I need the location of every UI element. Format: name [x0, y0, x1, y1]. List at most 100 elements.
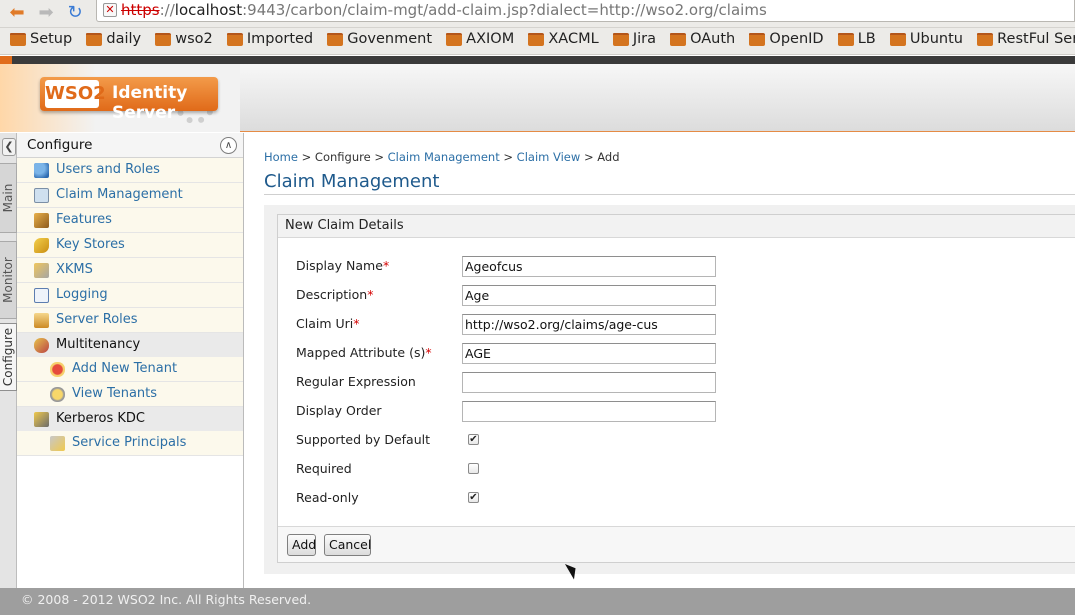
breadcrumb-claim-management[interactable]: Claim Management [388, 150, 500, 164]
sidebar-item-label: Service Principals [72, 435, 187, 450]
server-roles-icon [34, 313, 49, 328]
sidebar-item-server-roles[interactable]: Server Roles [17, 308, 243, 333]
bookmark-folder[interactable]: XACML [528, 28, 599, 54]
bookmark-folder[interactable]: Ubuntu [889, 28, 963, 54]
back-arrow-icon[interactable]: ⬅ [6, 3, 28, 23]
supported-by-default-label: Supported by Default [296, 432, 430, 447]
description-label: Description* [296, 287, 373, 302]
bookmark-folder[interactable]: Jira [612, 28, 656, 54]
sidebar-group-label: Kerberos KDC [56, 411, 146, 426]
bookmark-folder[interactable]: wso2 [155, 28, 213, 54]
folder-icon [612, 33, 629, 46]
reload-icon[interactable]: ↻ [64, 3, 86, 23]
collapse-menu-icon[interactable]: ∧ [220, 137, 237, 154]
sidebar-item-service-principals[interactable]: Service Principals [17, 431, 243, 456]
users-icon [34, 163, 49, 178]
display-order-input[interactable] [462, 401, 716, 422]
breadcrumb-home[interactable]: Home [264, 150, 298, 164]
required-label: Required [296, 461, 352, 476]
folder-icon [10, 33, 26, 46]
sidebar-item-view-tenants[interactable]: View Tenants [17, 382, 243, 407]
address-bar[interactable]: ✕ https://localhost:9443/carbon/claim-mg… [96, 0, 1075, 22]
sidebar-item-logging[interactable]: Logging [17, 283, 243, 308]
tab-monitor[interactable]: Monitor [0, 241, 17, 319]
bookmark-folder[interactable]: Imported [226, 28, 314, 54]
bookmark-folder[interactable]: daily [86, 28, 141, 54]
folder-icon [446, 33, 463, 46]
menu-header: Configure ∧ [17, 133, 243, 158]
sidebar-item-users-and-roles[interactable]: Users and Roles [17, 158, 243, 183]
bookmark-folder[interactable]: LB [837, 28, 876, 54]
folder-icon [837, 33, 854, 46]
bookmark-label: RestFul Services [997, 31, 1075, 47]
form-legend-label: New Claim Details [285, 218, 404, 233]
view-tenants-icon [50, 387, 65, 402]
sidebar-group-multitenancy[interactable]: Multitenancy [17, 333, 243, 358]
form-legend: New Claim Details [278, 215, 1075, 238]
required-marker: * [353, 316, 360, 331]
xkms-icon [34, 263, 49, 278]
bookmark-folder[interactable]: OpenID [749, 28, 824, 54]
bookmark-folder[interactable]: Govenment [327, 28, 432, 54]
folder-icon [327, 33, 344, 46]
forward-arrow-icon[interactable]: ➡ [35, 3, 57, 23]
breadcrumb-separator: > [583, 150, 594, 164]
sidebar-group-label: Multitenancy [56, 337, 141, 352]
sidebar-item-label: XKMS [56, 262, 93, 277]
sidebar-item-label: Claim Management [56, 187, 183, 202]
folder-icon [226, 33, 243, 46]
bookmark-label: OpenID [769, 31, 824, 47]
sidebar-item-label: Add New Tenant [72, 361, 178, 376]
display-name-label-text: Display Name [296, 258, 383, 273]
bookmark-folder[interactable]: RestFul Services [977, 28, 1075, 54]
bookmark-label: AXIOM [466, 31, 515, 47]
folder-icon [86, 33, 103, 46]
sidebar-item-claim-management[interactable]: Claim Management [17, 183, 243, 208]
breadcrumb-claim-view[interactable]: Claim View [517, 150, 581, 164]
header-top-strip [0, 56, 1075, 64]
required-marker: * [382, 258, 390, 273]
logo-product-name: Identity Server [112, 83, 188, 123]
sidebar-item-label: Key Stores [56, 237, 125, 252]
sidebar-item-add-new-tenant[interactable]: Add New Tenant [17, 357, 243, 382]
collapse-sidebar-icon[interactable]: ❮ [2, 138, 16, 156]
url-protocol: https [121, 1, 160, 19]
menu-title: Configure [27, 137, 93, 153]
tab-main[interactable]: Main [0, 163, 17, 233]
read-only-checkbox[interactable]: ✔ [468, 492, 479, 503]
bookmark-label: wso2 [175, 31, 213, 47]
claim-uri-input[interactable] [462, 314, 716, 335]
breadcrumb-separator: > [503, 150, 514, 164]
mapped-attribute-input[interactable] [462, 343, 716, 364]
sidebar-group-kerberos-kdc[interactable]: Kerberos KDC [17, 407, 243, 432]
claim-uri-label: Claim Uri* [296, 316, 360, 331]
product-logo[interactable]: WSO2 Identity Server [40, 77, 218, 123]
features-icon [34, 213, 49, 228]
regular-expression-input[interactable] [462, 372, 716, 393]
page-title: Claim Management [264, 171, 440, 192]
vertical-tab-strip: ❮ Main Monitor Configure [0, 133, 17, 588]
sidebar-item-features[interactable]: Features [17, 208, 243, 233]
insecure-lock-icon[interactable]: ✕ [103, 3, 117, 17]
supported-by-default-checkbox[interactable]: ✔ [468, 434, 479, 445]
header-accent [0, 56, 12, 64]
tab-configure[interactable]: Configure [0, 323, 17, 391]
bookmark-label: Imported [246, 31, 314, 47]
add-tenant-icon [50, 362, 65, 377]
add-button[interactable]: Add [287, 534, 316, 556]
read-only-label: Read-only [296, 490, 359, 505]
bookmark-folder[interactable]: Setup [10, 28, 72, 54]
description-input[interactable] [462, 285, 716, 306]
multitenancy-icon [34, 338, 49, 353]
breadcrumb: Home > Configure > Claim Management > Cl… [264, 150, 620, 164]
display-name-input[interactable] [462, 256, 716, 277]
key-icon [34, 238, 49, 253]
claim-uri-label-text: Claim Uri [296, 316, 354, 331]
bookmark-folder[interactable]: AXIOM [446, 28, 515, 54]
cancel-button[interactable]: Cancel [324, 534, 371, 556]
bookmark-folder[interactable]: OAuth [670, 28, 735, 54]
sidebar-item-key-stores[interactable]: Key Stores [17, 233, 243, 258]
required-checkbox[interactable] [468, 463, 479, 474]
copyright-text: © 2008 - 2012 WSO2 Inc. All Rights Reser… [21, 592, 312, 607]
sidebar-item-xkms[interactable]: XKMS [17, 258, 243, 283]
